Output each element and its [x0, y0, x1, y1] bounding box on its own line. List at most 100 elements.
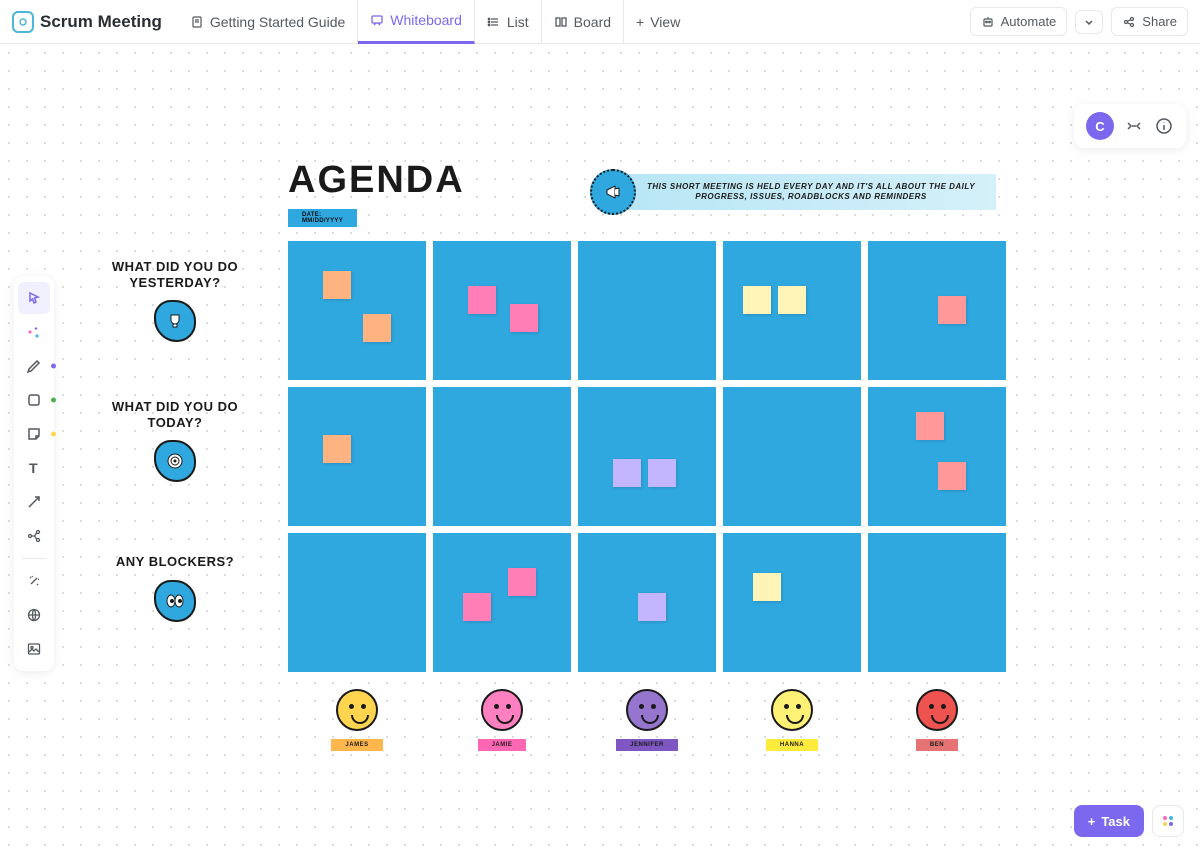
row-label-text[interactable]: Any blockers?	[90, 554, 260, 570]
row-label-text[interactable]: What did you do today?	[90, 399, 260, 430]
grid-cell[interactable]	[288, 533, 426, 672]
add-view-button[interactable]: + View	[624, 14, 692, 30]
person-name[interactable]: JENNIFER	[616, 739, 678, 751]
info-icon	[1154, 116, 1174, 136]
grid-cell[interactable]	[433, 387, 571, 526]
person-name[interactable]: HANNA	[766, 739, 818, 751]
board-icon	[554, 15, 568, 29]
canvas-controls: C	[1074, 104, 1186, 148]
header-actions: Automate Share	[970, 7, 1188, 36]
sticky-grid[interactable]	[288, 241, 1006, 672]
row-label-blockers: Any blockers?	[90, 554, 260, 622]
wand-icon	[26, 573, 42, 589]
svg-text:T: T	[29, 460, 38, 476]
share-button[interactable]: Share	[1111, 7, 1188, 36]
sticky-note[interactable]	[323, 271, 351, 299]
grid-cell[interactable]	[578, 533, 716, 672]
fit-button[interactable]	[1124, 116, 1144, 136]
grid-cell[interactable]	[578, 387, 716, 526]
chevron-down-icon	[1084, 17, 1094, 27]
grid-icon	[1161, 814, 1175, 828]
bottom-actions: + Task	[1074, 805, 1184, 837]
tab-label: Board	[574, 14, 611, 30]
relationship-tool[interactable]	[18, 520, 50, 552]
view-label: View	[650, 14, 680, 30]
grid-cell[interactable]	[868, 241, 1006, 380]
sticky-note[interactable]	[938, 462, 966, 490]
sparkle-icon	[26, 324, 42, 340]
magic-tool[interactable]	[18, 565, 50, 597]
grid-cell[interactable]	[868, 533, 1006, 672]
fit-icon	[1124, 116, 1144, 136]
shape-tool[interactable]	[18, 384, 50, 416]
image-tool[interactable]	[18, 633, 50, 665]
sticky-icon	[26, 426, 42, 442]
banner-text[interactable]: This short meeting is held every day and…	[616, 174, 996, 211]
select-tool[interactable]	[18, 282, 50, 314]
branch-icon	[26, 528, 42, 544]
sticky-note[interactable]	[323, 435, 351, 463]
agenda-heading[interactable]: AGENDA	[288, 159, 465, 202]
sticky-note[interactable]	[468, 286, 496, 314]
grid-cell[interactable]	[723, 533, 861, 672]
sticky-note[interactable]	[463, 593, 491, 621]
whiteboard-canvas[interactable]: T C AGENDA DATE: MM/DD/YYYY This short m…	[0, 44, 1200, 853]
pen-icon	[26, 358, 42, 374]
sticky-note[interactable]	[638, 593, 666, 621]
web-tool[interactable]	[18, 599, 50, 631]
grid-cell[interactable]	[578, 241, 716, 380]
grid-cell[interactable]	[723, 241, 861, 380]
space-icon[interactable]	[12, 11, 34, 33]
row-label-text[interactable]: What did you do yesterday?	[90, 259, 260, 290]
tab-list[interactable]: List	[475, 0, 542, 44]
automate-button[interactable]: Automate	[970, 7, 1068, 36]
ai-tool[interactable]	[18, 316, 50, 348]
sticky-tool[interactable]	[18, 418, 50, 450]
pen-tool[interactable]	[18, 350, 50, 382]
page-title[interactable]: Scrum Meeting	[40, 12, 162, 32]
list-icon	[487, 15, 501, 29]
automate-label: Automate	[1001, 14, 1057, 29]
arrow-icon	[26, 494, 42, 510]
person: JAMIE	[433, 689, 571, 751]
grid-cell[interactable]	[433, 241, 571, 380]
tab-label: Getting Started Guide	[210, 14, 345, 30]
grid-cell[interactable]	[723, 387, 861, 526]
connector-tool[interactable]	[18, 486, 50, 518]
date-tag[interactable]: DATE: MM/DD/YYYY	[288, 209, 357, 227]
doc-icon	[190, 15, 204, 29]
sticky-note[interactable]	[648, 459, 676, 487]
task-label: Task	[1101, 814, 1130, 829]
tab-getting-started[interactable]: Getting Started Guide	[178, 0, 358, 44]
person-name[interactable]: JAMES	[331, 739, 382, 751]
automate-dropdown[interactable]	[1075, 10, 1103, 34]
grid-cell[interactable]	[868, 387, 1006, 526]
person: HANNA	[723, 689, 861, 751]
grid-cell[interactable]	[433, 533, 571, 672]
sticky-note[interactable]	[613, 459, 641, 487]
sticky-note[interactable]	[938, 296, 966, 324]
sticky-note[interactable]	[508, 568, 536, 596]
sticky-note[interactable]	[778, 286, 806, 314]
grid-cell[interactable]	[288, 241, 426, 380]
row-label-yesterday: What did you do yesterday?	[90, 259, 260, 342]
sticky-note[interactable]	[510, 304, 538, 332]
sticky-note[interactable]	[916, 412, 944, 440]
text-tool[interactable]: T	[18, 452, 50, 484]
sticky-note[interactable]	[743, 286, 771, 314]
apps-button[interactable]	[1152, 805, 1184, 837]
text-icon: T	[26, 460, 42, 476]
user-avatar[interactable]: C	[1086, 112, 1114, 140]
sticky-note[interactable]	[363, 314, 391, 342]
target-icon	[154, 440, 196, 482]
grid-cell[interactable]	[288, 387, 426, 526]
new-task-button[interactable]: + Task	[1074, 805, 1144, 837]
sticky-note[interactable]	[753, 573, 781, 601]
plus-icon: +	[636, 14, 644, 30]
person-name[interactable]: JAMIE	[478, 739, 527, 751]
person-name[interactable]: BEN	[916, 739, 958, 751]
info-button[interactable]	[1154, 116, 1174, 136]
tab-whiteboard[interactable]: Whiteboard	[358, 0, 475, 44]
tab-board[interactable]: Board	[542, 0, 624, 44]
person: JAMES	[288, 689, 426, 751]
